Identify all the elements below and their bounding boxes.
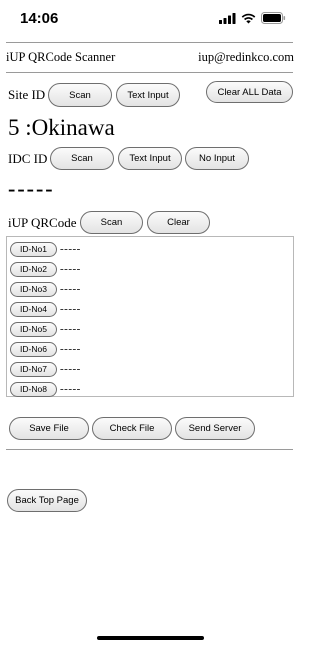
qrcode-scan-button[interactable]: Scan [80, 211, 143, 234]
send-server-button[interactable]: Send Server [175, 417, 255, 440]
id-no4-button[interactable]: ID-No4 [10, 301, 57, 317]
id-list-box[interactable]: ID-No1 ----- ID-No2 ----- ID-No3 ----- I… [6, 236, 294, 397]
id-no3-value: ----- [60, 283, 81, 295]
status-icons [219, 12, 286, 24]
status-time: 14:06 [20, 10, 59, 27]
save-file-button[interactable]: Save File [9, 417, 89, 440]
home-indicator[interactable] [97, 636, 204, 640]
clear-all-data-button[interactable]: Clear ALL Data [206, 81, 293, 103]
app-title: iUP QRCode Scanner [6, 50, 116, 64]
list-item: ID-No1 ----- [10, 241, 81, 257]
id-no5-value: ----- [60, 323, 81, 335]
site-scan-button[interactable]: Scan [48, 83, 112, 107]
user-email: iup@redinkco.com [198, 50, 294, 64]
signal-icon [219, 12, 236, 24]
id-no4-value: ----- [60, 303, 81, 315]
site-text-input-button[interactable]: Text Input [116, 83, 180, 107]
idc-id-label: IDC ID [8, 151, 48, 166]
id-no1-value: ----- [60, 243, 81, 255]
idc-no-input-button[interactable]: No Input [185, 147, 249, 170]
id-no2-value: ----- [60, 263, 81, 275]
id-no6-value: ----- [60, 343, 81, 355]
site-id-value: 5 :Okinawa [8, 115, 115, 140]
divider [6, 72, 293, 73]
check-file-button[interactable]: Check File [92, 417, 172, 440]
back-top-page-button[interactable]: Back Top Page [7, 489, 87, 512]
id-no8-value: ----- [60, 383, 81, 395]
qrcode-label: iUP QRCode [8, 215, 77, 230]
idc-text-input-button[interactable]: Text Input [118, 147, 182, 170]
list-item: ID-No6 ----- [10, 341, 81, 357]
id-no5-button[interactable]: ID-No5 [10, 321, 57, 337]
qrcode-clear-button[interactable]: Clear [147, 211, 210, 234]
id-no3-button[interactable]: ID-No3 [10, 281, 57, 297]
divider [6, 42, 293, 43]
list-item: ID-No7 ----- [10, 361, 81, 377]
wifi-icon [241, 13, 256, 23]
divider [6, 449, 293, 450]
battery-icon [261, 12, 286, 24]
id-no7-button[interactable]: ID-No7 [10, 361, 57, 377]
id-no6-button[interactable]: ID-No6 [10, 341, 57, 357]
site-id-label: Site ID [8, 87, 46, 102]
status-bar: 14:06 [0, 0, 300, 40]
id-no7-value: ----- [60, 363, 81, 375]
list-item: ID-No2 ----- [10, 261, 81, 277]
list-item: ID-No3 ----- [10, 281, 81, 297]
idc-scan-button[interactable]: Scan [50, 147, 114, 170]
id-no8-button[interactable]: ID-No8 [10, 381, 57, 397]
id-no2-button[interactable]: ID-No2 [10, 261, 57, 277]
id-no1-button[interactable]: ID-No1 [10, 241, 57, 257]
idc-id-value: ----- [8, 176, 55, 201]
list-item: ID-No5 ----- [10, 321, 81, 337]
list-item: ID-No8 ----- [10, 381, 81, 397]
list-item: ID-No4 ----- [10, 301, 81, 317]
